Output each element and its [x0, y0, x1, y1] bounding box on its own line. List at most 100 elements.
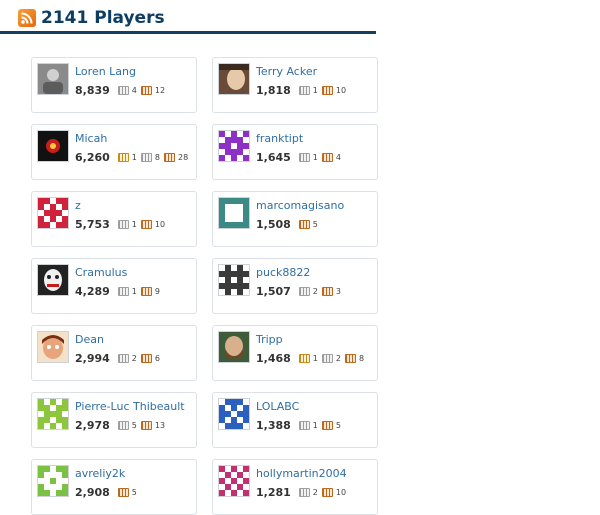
player-card[interactable]: Terry Acker 1,818 1 10 — [212, 57, 378, 113]
badge-count: 10 — [154, 220, 166, 229]
avatar[interactable] — [218, 398, 250, 430]
player-stats: 1,818 1 10 — [256, 84, 346, 97]
avatar[interactable] — [37, 398, 69, 430]
silver-badge: 2 — [321, 354, 341, 363]
bronze-badge-icon — [140, 220, 152, 229]
page-header: 2141 Players — [18, 7, 165, 29]
badge-count: 4 — [131, 86, 137, 95]
player-name-link[interactable]: avreliy2k — [75, 467, 125, 480]
avatar[interactable] — [37, 197, 69, 229]
badge-count: 1 — [312, 86, 318, 95]
player-stats: 5,753 1 10 — [75, 218, 165, 231]
badge-count: 5 — [131, 488, 137, 497]
player-card[interactable]: Cramulus 4,289 1 9 — [31, 258, 197, 314]
badge-count: 6 — [154, 354, 160, 363]
player-card[interactable]: marcomagisano 1,508 5 — [212, 191, 378, 247]
silver-badge: 1 — [298, 153, 318, 162]
badge-count: 5 — [312, 220, 318, 229]
silver-badge-icon — [140, 153, 152, 162]
badge-count: 1 — [131, 153, 137, 162]
reputation-score: 1,507 — [256, 285, 291, 298]
avatar[interactable] — [218, 130, 250, 162]
bronze-badge-icon — [321, 287, 333, 296]
silver-badge: 1 — [117, 220, 137, 229]
player-name-link[interactable]: Terry Acker — [256, 65, 317, 78]
player-name-link[interactable]: Cramulus — [75, 266, 127, 279]
badge-count: 9 — [154, 287, 160, 296]
player-card[interactable]: Dean 2,994 2 6 — [31, 325, 197, 381]
player-stats: 2,908 5 — [75, 486, 137, 499]
badge-count: 1 — [312, 354, 318, 363]
avatar[interactable] — [37, 331, 69, 363]
avatar[interactable] — [218, 331, 250, 363]
player-stats: 2,978 5 13 — [75, 419, 165, 432]
avatar[interactable] — [37, 130, 69, 162]
reputation-score: 5,753 — [75, 218, 110, 231]
bronze-badge-icon — [163, 153, 175, 162]
badge-count: 2 — [312, 488, 318, 497]
player-name-link[interactable]: puck8822 — [256, 266, 310, 279]
reputation-score: 4,289 — [75, 285, 110, 298]
player-card[interactable]: Pierre-Luc Thibeault 2,978 5 13 — [31, 392, 197, 448]
player-name-link[interactable]: LOLABC — [256, 400, 299, 413]
silver-badge-icon — [298, 153, 310, 162]
avatar[interactable] — [218, 63, 250, 95]
reputation-score: 8,839 — [75, 84, 110, 97]
player-name-link[interactable]: z — [75, 199, 81, 212]
bronze-badge-icon — [140, 354, 152, 363]
player-name-link[interactable]: marcomagisano — [256, 199, 344, 212]
player-name-link[interactable]: hollymartin2004 — [256, 467, 347, 480]
player-name-link[interactable]: Micah — [75, 132, 107, 145]
player-name-link[interactable]: Tripp — [256, 333, 283, 346]
avatar[interactable] — [218, 197, 250, 229]
player-card[interactable]: puck8822 1,507 2 3 — [212, 258, 378, 314]
gold-badge: 1 — [298, 354, 318, 363]
reputation-score: 1,388 — [256, 419, 291, 432]
bronze-badge: 3 — [321, 287, 341, 296]
badge-count: 8 — [154, 153, 160, 162]
player-name-link[interactable]: Dean — [75, 333, 104, 346]
avatar[interactable] — [218, 264, 250, 296]
header-divider — [0, 31, 376, 34]
player-card[interactable]: LOLABC 1,388 1 5 — [212, 392, 378, 448]
badge-count: 3 — [335, 287, 341, 296]
bronze-badge: 6 — [140, 354, 160, 363]
player-card[interactable]: z 5,753 1 10 — [31, 191, 197, 247]
silver-badge: 2 — [117, 354, 137, 363]
player-card[interactable]: hollymartin2004 1,281 2 10 — [212, 459, 378, 515]
avatar[interactable] — [37, 264, 69, 296]
silver-badge-icon — [298, 488, 310, 497]
player-name-link[interactable]: Loren Lang — [75, 65, 136, 78]
badge-count: 1 — [312, 421, 318, 430]
player-stats: 8,839 4 12 — [75, 84, 165, 97]
silver-badge: 8 — [140, 153, 160, 162]
silver-badge-icon — [117, 354, 129, 363]
avatar[interactable] — [218, 465, 250, 497]
page-title: 2141 Players — [41, 8, 165, 28]
reputation-score: 1,281 — [256, 486, 291, 499]
rss-feed-icon[interactable] — [18, 9, 36, 27]
bronze-badge: 12 — [140, 86, 165, 95]
player-name-link[interactable]: franktipt — [256, 132, 303, 145]
player-stats: 1,468 1 2 8 — [256, 352, 364, 365]
reputation-score: 1,645 — [256, 151, 291, 164]
bronze-badge: 10 — [140, 220, 166, 229]
badge-count: 2 — [131, 354, 137, 363]
silver-badge: 1 — [117, 287, 137, 296]
avatar[interactable] — [37, 465, 69, 497]
player-card[interactable]: avreliy2k 2,908 5 — [31, 459, 197, 515]
badge-count: 1 — [131, 220, 137, 229]
player-card[interactable]: Loren Lang 8,839 4 12 — [31, 57, 197, 113]
badge-count: 4 — [335, 153, 341, 162]
player-card[interactable]: Micah 6,260 1 8 28 — [31, 124, 197, 180]
avatar[interactable] — [37, 63, 69, 95]
badge-count: 10 — [335, 488, 347, 497]
silver-badge: 5 — [117, 421, 137, 430]
bronze-badge-icon — [140, 287, 152, 296]
player-name-link[interactable]: Pierre-Luc Thibeault — [75, 400, 185, 413]
player-card[interactable]: franktipt 1,645 1 4 — [212, 124, 378, 180]
reputation-score: 2,978 — [75, 419, 110, 432]
player-card[interactable]: Tripp 1,468 1 2 8 — [212, 325, 378, 381]
bronze-badge: 4 — [321, 153, 341, 162]
bronze-badge: 10 — [321, 488, 347, 497]
